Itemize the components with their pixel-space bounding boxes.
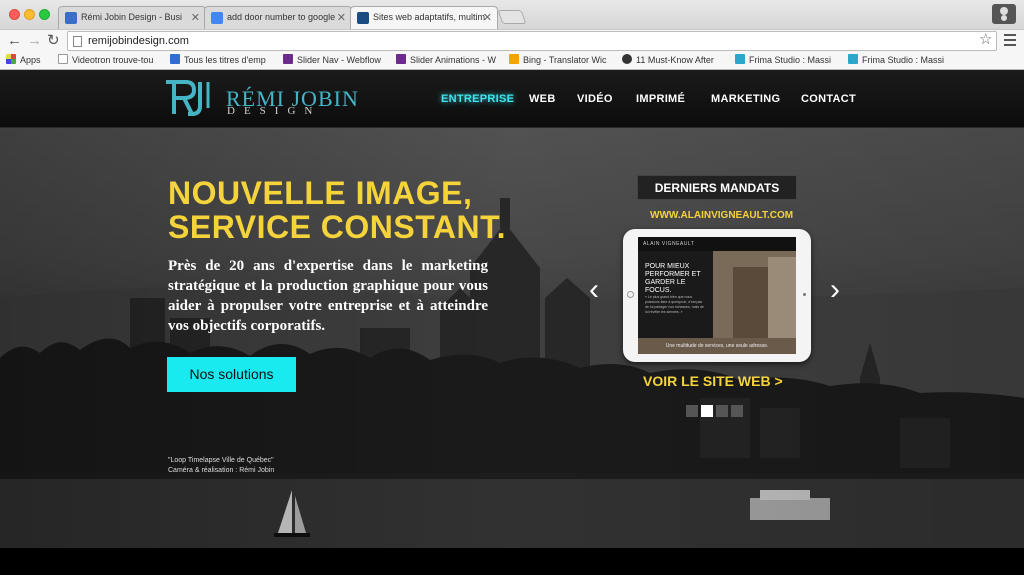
new-tab-button[interactable] <box>497 10 527 24</box>
tab-title: Rémi Jobin Design - Busi <box>81 12 183 22</box>
rj-logo-icon[interactable] <box>162 78 214 118</box>
browser-toolbar: ← → ↻ remijobindesign.com ☆ <box>0 29 1024 51</box>
carousel-dots <box>686 404 746 422</box>
bookmark-item[interactable]: Tous les titres d'emp <box>170 54 270 65</box>
forward-arrow-icon[interactable]: → <box>27 31 42 51</box>
frima-icon <box>735 54 745 64</box>
back-arrow-icon[interactable]: ← <box>7 31 22 51</box>
carousel-dot-active[interactable] <box>701 405 713 417</box>
nav-web[interactable]: WEB <box>529 93 556 105</box>
nav-contact[interactable]: CONTACT <box>801 93 856 105</box>
minimize-window-icon[interactable] <box>24 9 35 20</box>
jobs-icon <box>170 54 180 64</box>
bookmark-star-icon[interactable]: ☆ <box>979 30 992 48</box>
webflow-icon <box>396 54 406 64</box>
carousel-prev-chevron-icon[interactable]: ‹ <box>589 275 599 305</box>
carousel-dot[interactable] <box>731 405 743 417</box>
carousel-next-chevron-icon[interactable]: › <box>830 275 840 305</box>
browser-tab-3-active[interactable]: Sites web adaptatifs, multim ✕ <box>350 6 498 30</box>
rj-favicon-icon <box>357 12 369 24</box>
nav-marketing[interactable]: MARKETING <box>711 93 780 105</box>
google-favicon-icon <box>211 12 223 24</box>
voir-le-site-web-link[interactable]: VOIR LE SITE WEB > <box>643 373 783 389</box>
article-icon <box>622 54 632 64</box>
nav-entreprise[interactable]: ENTREPRISE <box>441 93 514 105</box>
frima-icon <box>848 54 858 64</box>
profile-icon[interactable] <box>992 4 1016 24</box>
mandat-site-url[interactable]: WWW.ALAINVIGNEAULT.COM <box>650 210 793 221</box>
bookmark-item[interactable]: Videotron trouve-tou <box>58 54 158 65</box>
bookmark-item[interactable]: Frima Studio : Massi <box>848 54 948 65</box>
bookmark-item[interactable]: Slider Nav - Webflow <box>283 54 383 65</box>
bing-icon <box>509 54 519 64</box>
tablet-screen: ALAIN VIGNEAULT POUR MIEUX PERFORMER ET … <box>638 237 796 354</box>
tab-title: Sites web adaptatifs, multim <box>373 12 486 22</box>
close-tab-icon[interactable]: ✕ <box>191 11 200 24</box>
hero-overlay <box>0 128 1024 548</box>
address-bar[interactable]: remijobindesign.com <box>67 31 997 51</box>
browser-tab-bar: Rémi Jobin Design - Busi ✕ add door numb… <box>0 0 1024 30</box>
logo-subtitle: DESIGN <box>227 105 322 117</box>
bookmark-item[interactable]: 11 Must-Know After <box>622 54 722 65</box>
nav-imprime[interactable]: IMPRIMÉ <box>636 93 685 105</box>
close-tab-icon[interactable]: ✕ <box>483 11 492 24</box>
page-icon <box>58 54 68 64</box>
tab-title: add door number to google <box>227 12 336 22</box>
nav-video[interactable]: VIDÉO <box>577 93 613 105</box>
chrome-menu-icon[interactable] <box>1004 34 1016 46</box>
bookmark-item[interactable]: Bing - Translator Wic <box>509 54 609 65</box>
reload-icon[interactable]: ↻ <box>47 31 60 51</box>
hero-headline: NOUVELLE IMAGE, SERVICE CONSTANT. <box>168 175 507 245</box>
video-credit: "Loop Timelapse Ville de Québec" Caméra … <box>168 457 275 474</box>
screen-footer: Une multitude de services, une seule adr… <box>638 338 796 354</box>
screen-quote: « Le plus grand bien que nous puissions … <box>645 295 704 314</box>
bookmark-item[interactable]: Frima Studio : Massi <box>735 54 835 65</box>
browser-tab-1[interactable]: Rémi Jobin Design - Busi ✕ <box>58 6 206 29</box>
derniers-mandats-title: DERNIERS MANDATS <box>637 175 797 200</box>
close-tab-icon[interactable]: ✕ <box>337 11 346 24</box>
close-window-icon[interactable] <box>9 9 20 20</box>
nos-solutions-button[interactable]: Nos solutions <box>167 357 296 392</box>
website-favicon-icon <box>65 12 77 24</box>
page-icon <box>73 36 82 47</box>
address-bar-url: remijobindesign.com <box>88 35 189 47</box>
hero-intro-text: Près de 20 ans d'expertise dans le marke… <box>168 258 488 334</box>
tablet-home-button-icon <box>627 291 634 298</box>
browser-tab-2[interactable]: add door number to google ✕ <box>204 6 352 29</box>
hero-background-video <box>0 128 1024 548</box>
maximize-window-icon[interactable] <box>39 9 50 20</box>
tablet-mockup[interactable]: ALAIN VIGNEAULT POUR MIEUX PERFORMER ET … <box>623 229 811 362</box>
webflow-icon <box>283 54 293 64</box>
page-bottom-band <box>0 548 1024 575</box>
screen-headline: POUR MIEUX PERFORMER ET GARDER LE FOCUS. <box>645 263 701 294</box>
apps-grid-icon <box>6 54 16 64</box>
tablet-camera-icon <box>803 293 806 296</box>
carousel-dot[interactable] <box>716 405 728 417</box>
bookmarks-bar: Apps Videotron trouve-tou Tous les titre… <box>0 51 1024 70</box>
bookmark-item[interactable]: Slider Animations - W <box>396 54 496 65</box>
bookmark-apps[interactable]: Apps <box>6 54 41 65</box>
screen-brand: ALAIN VIGNEAULT <box>643 241 695 247</box>
carousel-dot[interactable] <box>686 405 698 417</box>
